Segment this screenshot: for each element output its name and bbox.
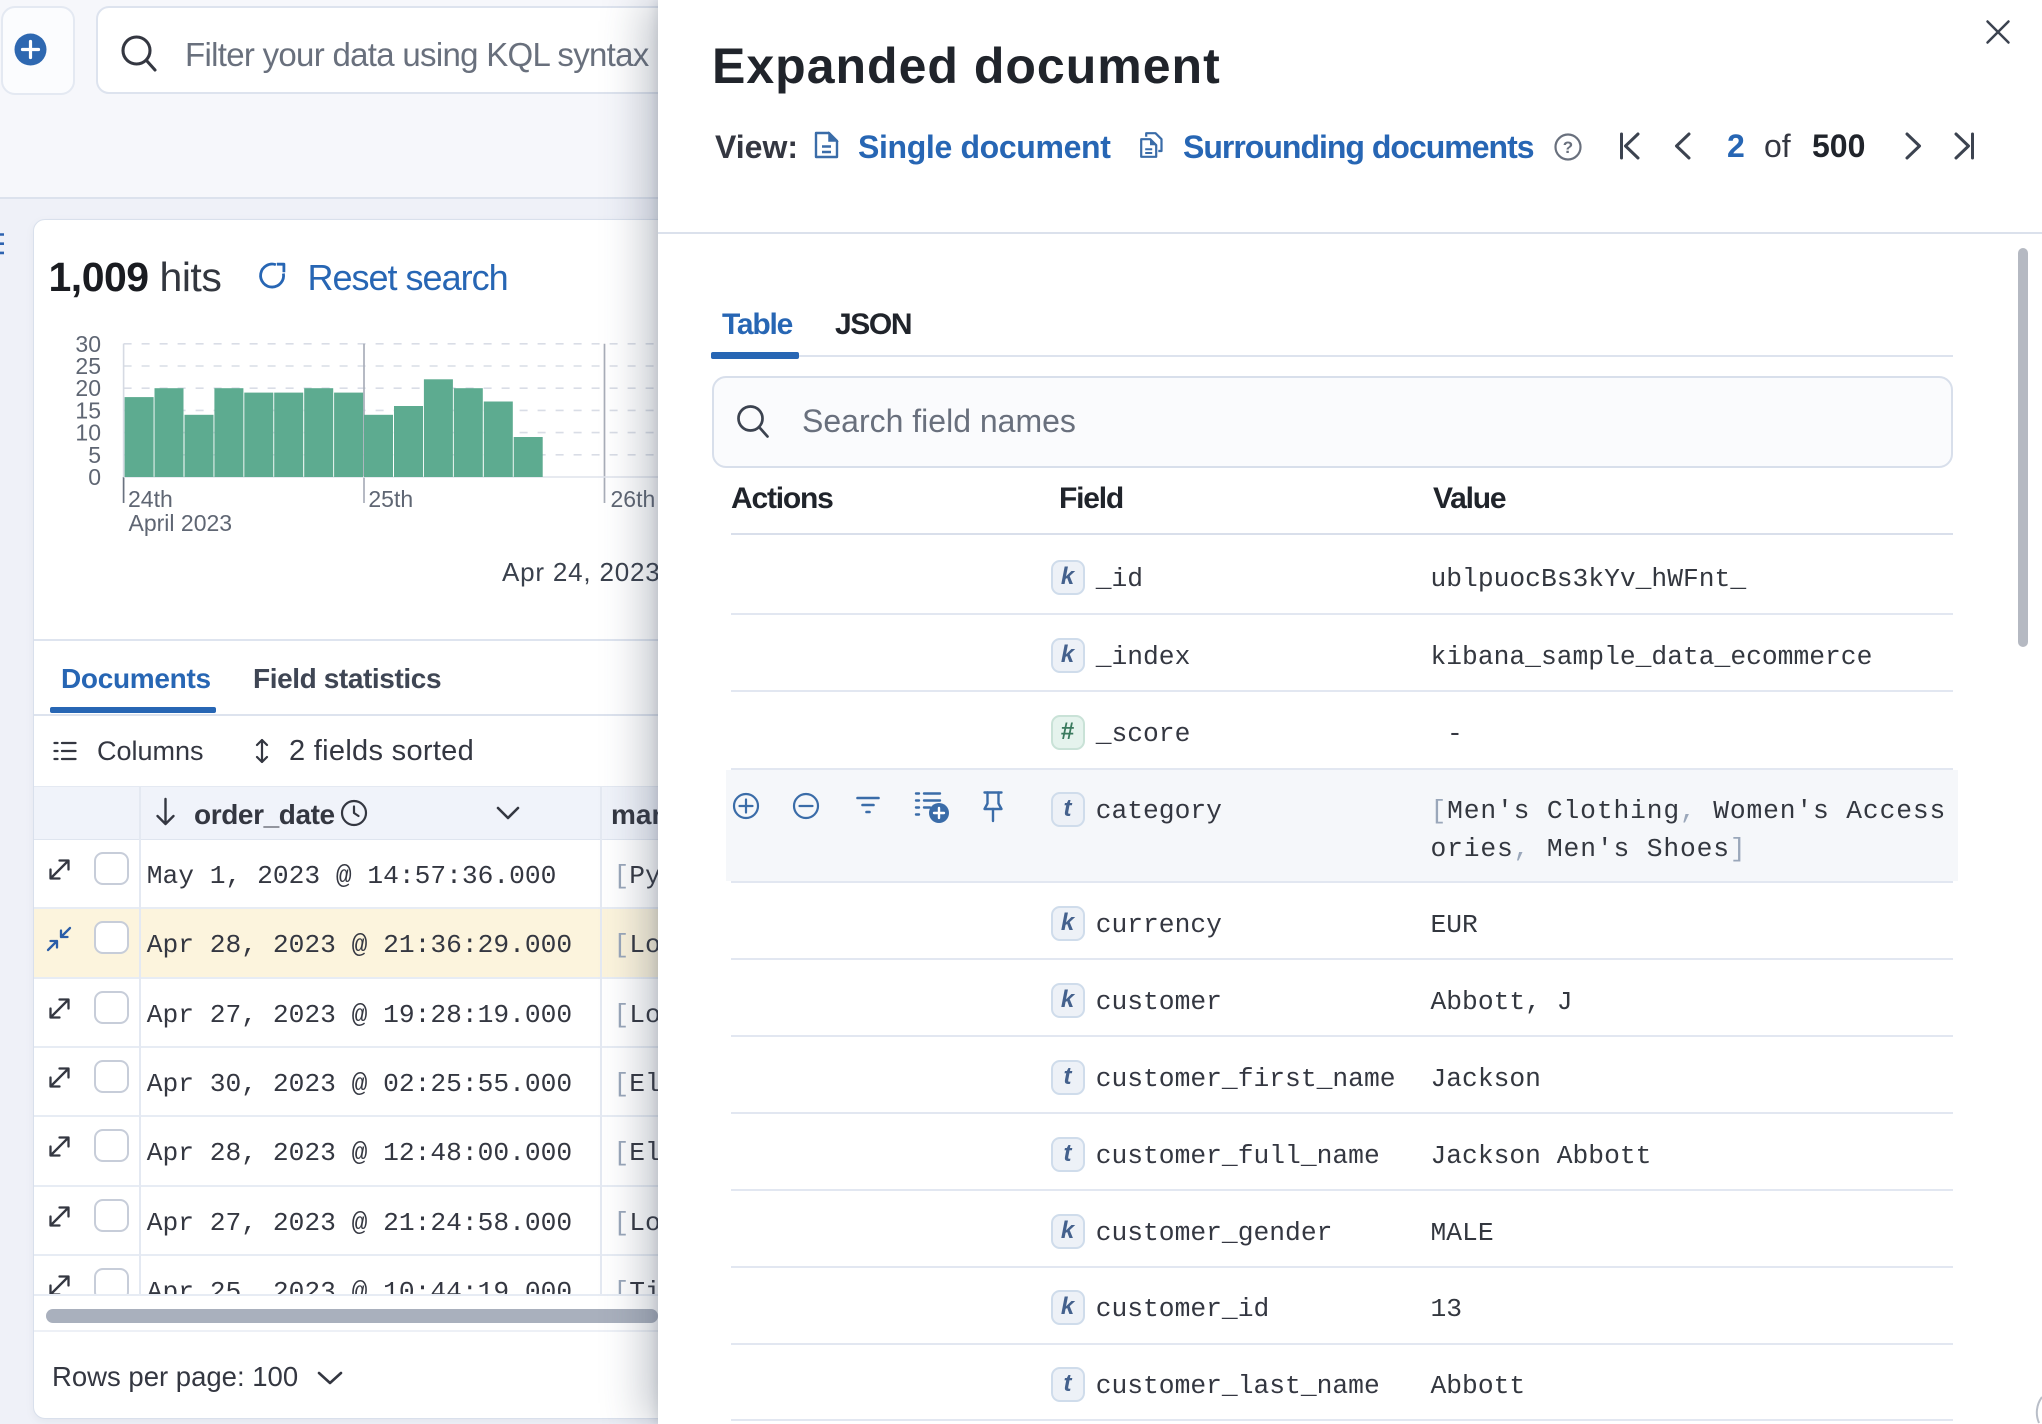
svg-text:0: 0 [88, 464, 101, 490]
svg-text:24th: 24th [128, 486, 173, 512]
svg-text:26th: 26th [611, 486, 656, 512]
svg-text:20: 20 [75, 375, 101, 401]
svg-text:25: 25 [75, 353, 101, 379]
svg-text:April 2023: April 2023 [129, 510, 233, 536]
svg-text:5: 5 [88, 442, 101, 468]
svg-text:15: 15 [75, 397, 101, 423]
svg-text:30: 30 [75, 331, 101, 357]
svg-text:?: ? [1563, 138, 1573, 157]
svg-text:25th: 25th [368, 486, 413, 512]
svg-text:10: 10 [75, 420, 101, 446]
